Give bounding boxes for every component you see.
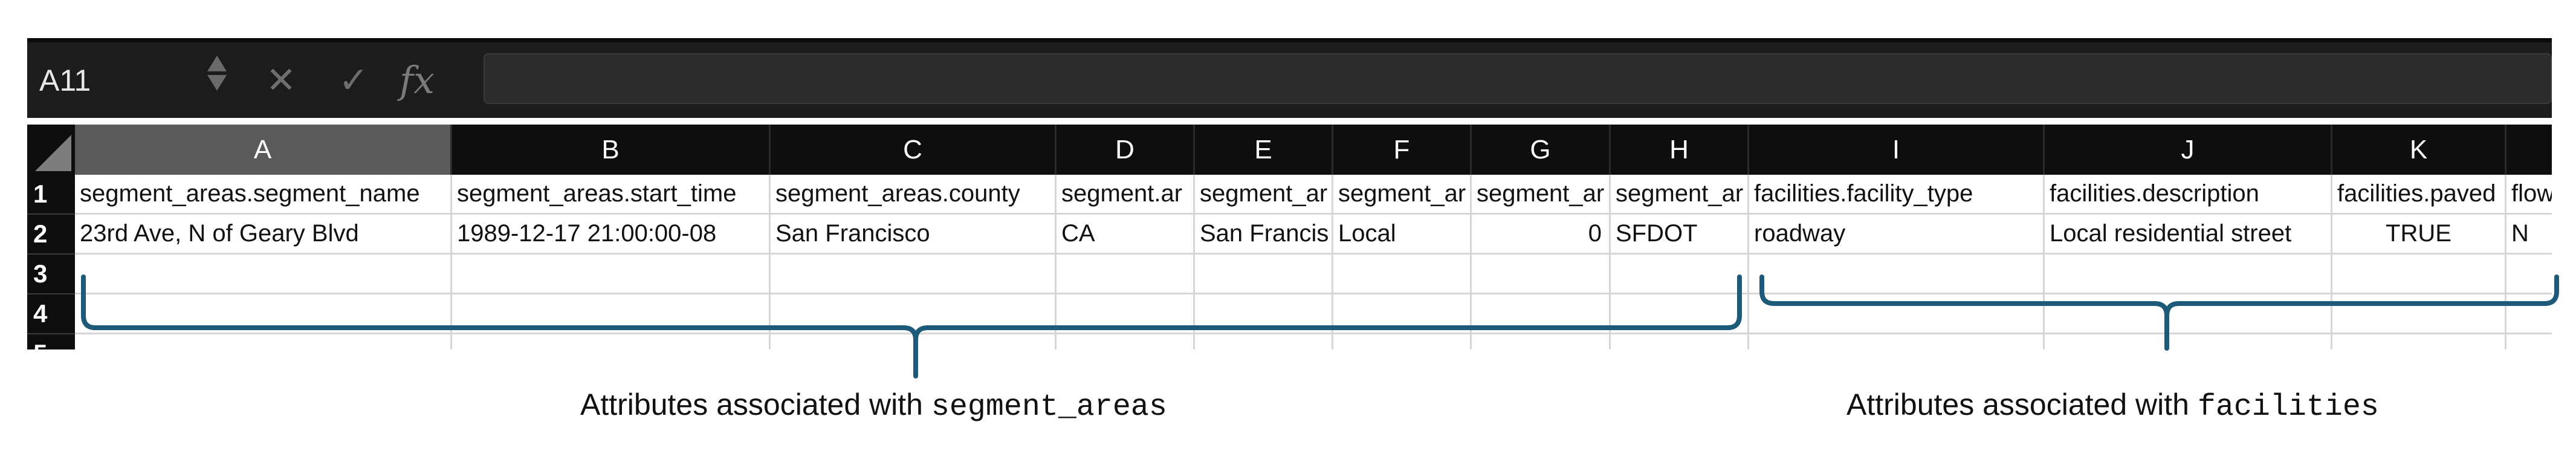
segment-areas-annotation-code: segment_areas: [931, 390, 1167, 424]
segment-areas-annotation: Attributes associated with segment_areas: [580, 387, 1167, 424]
facilities-annotation-code: facilities: [2197, 390, 2379, 424]
brace-facilities: [1759, 275, 2559, 351]
brace-segment-areas: [81, 275, 1742, 379]
spreadsheet-figure: A11 ✕ ✓ fx A B C D E F G H I J K 1 segment_areas.seg…: [0, 0, 2576, 468]
facilities-annotation: Attributes associated with facilities: [1846, 387, 2379, 424]
facilities-annotation-prefix: Attributes associated with: [1846, 388, 2198, 421]
segment-areas-annotation-prefix: Attributes associated with: [580, 388, 931, 421]
